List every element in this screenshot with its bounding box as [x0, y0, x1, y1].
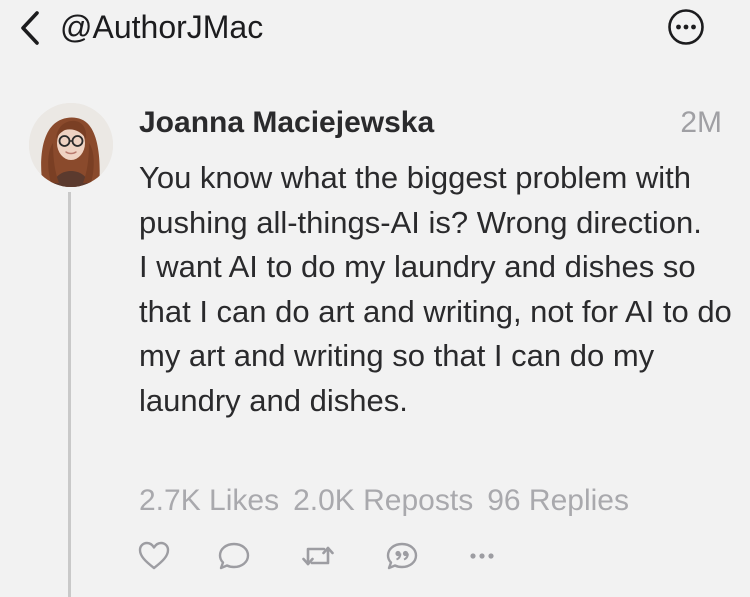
top-bar: @AuthorJMac	[0, 0, 750, 56]
more-actions-button[interactable]	[462, 536, 502, 576]
author-name[interactable]: Joanna Maciejewska	[139, 105, 434, 141]
avatar[interactable]	[29, 103, 113, 187]
thread-line	[68, 192, 71, 597]
post-time: 2M	[680, 106, 722, 139]
quote-icon	[386, 542, 418, 570]
chevron-left-icon	[21, 11, 39, 45]
post-body: You know what the biggest problem with p…	[139, 156, 739, 424]
reposts-count[interactable]: 2.0K Reposts	[293, 484, 473, 517]
post-paragraph: I want AI to do my laundry and dishes so…	[139, 249, 732, 418]
profile-handle: @AuthorJMac	[60, 9, 264, 45]
reply-button[interactable]	[214, 536, 254, 576]
more-options-button[interactable]	[667, 8, 705, 46]
like-button[interactable]	[134, 536, 174, 576]
quote-button[interactable]	[382, 536, 422, 576]
replies-count[interactable]: 96 Replies	[487, 484, 629, 517]
repost-icon	[302, 546, 334, 566]
action-bar	[134, 536, 514, 576]
back-button[interactable]	[16, 10, 44, 46]
more-horizontal-icon	[470, 553, 494, 559]
reply-icon	[218, 542, 250, 570]
likes-count[interactable]: 2.7K Likes	[139, 484, 279, 517]
post-paragraph: You know what the biggest problem with p…	[139, 160, 702, 240]
heart-icon	[138, 541, 170, 570]
repost-button[interactable]	[298, 536, 338, 576]
author-photo	[29, 103, 113, 187]
ellipsis-circle-icon	[668, 9, 704, 45]
post-stats: 2.7K Likes 2.0K Reposts 96 Replies	[139, 482, 643, 520]
